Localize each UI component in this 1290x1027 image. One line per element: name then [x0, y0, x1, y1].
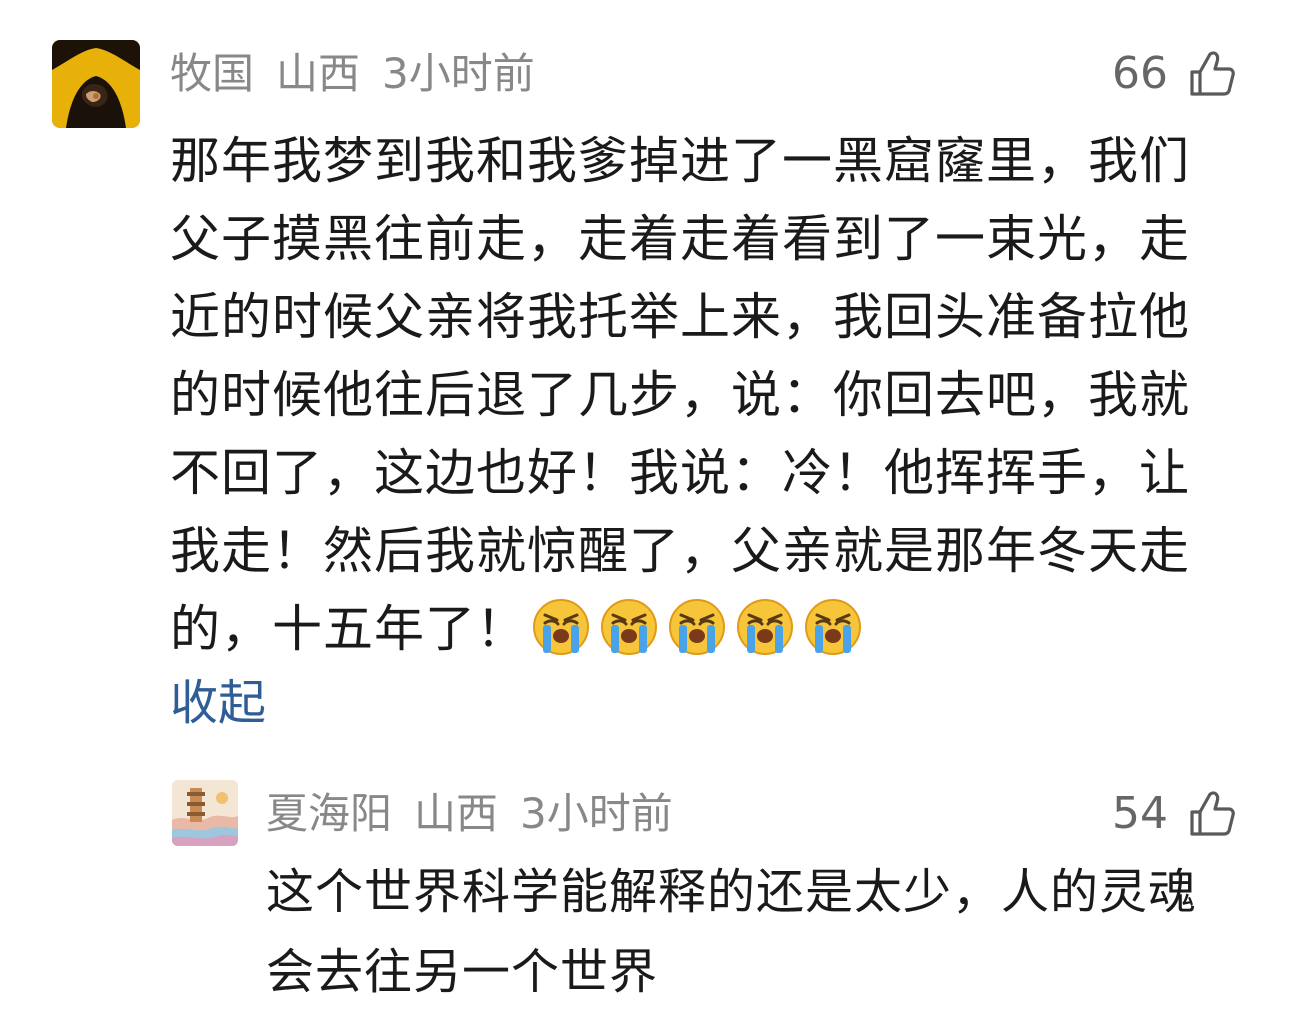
reply-username[interactable]: 夏海阳 — [266, 786, 392, 842]
reply-item: 夏海阳 山西 3小时前 54 这个世界科学能解释的还是太少，人的灵魂会去往另一个… — [0, 760, 1290, 1027]
avatar-image — [172, 780, 238, 846]
thumbs-up-icon — [1190, 51, 1235, 96]
comment-like-button[interactable]: 66 — [1112, 46, 1238, 102]
comment-username[interactable]: 牧国 — [170, 46, 254, 102]
reply-time: 3小时前 — [520, 789, 673, 838]
crying-face-icon — [805, 599, 861, 655]
reply-like-count: 54 — [1112, 788, 1168, 839]
avatar[interactable] — [52, 40, 140, 128]
thumbs-up-icon — [1190, 791, 1235, 836]
reply-avatar[interactable] — [172, 780, 238, 846]
comment-body: 那年我梦到我和我爹掉进了一黑窟窿里，我们父子摸黑往前走，走着走着看到了一束光，走… — [170, 122, 1230, 668]
reply-like-button[interactable]: 54 — [1112, 786, 1238, 842]
crying-face-icon — [601, 599, 657, 655]
crying-face-icon — [533, 599, 589, 655]
reply-location: 山西 — [414, 789, 499, 838]
avatar-image — [52, 40, 140, 128]
crying-face-icon — [737, 599, 793, 655]
emoji-row — [531, 596, 863, 656]
crying-face-icon — [669, 599, 725, 655]
comment-location: 山西 — [276, 49, 361, 98]
comment-time: 3小时前 — [382, 49, 535, 98]
comment-item: 牧国 山西 3小时前 66 那年我梦到我和我爹掉进了一黑窟窿里，我们父子摸黑往前… — [0, 0, 1290, 760]
comment-meta: 牧国 山西 3小时前 — [170, 46, 535, 102]
reply-body: 这个世界科学能解释的还是太少，人的灵魂会去往另一个世界 — [266, 864, 1198, 1000]
reply-meta: 夏海阳 山西 3小时前 — [266, 786, 673, 842]
comment-like-count: 66 — [1112, 48, 1168, 99]
collapse-link[interactable]: 收起 — [170, 668, 266, 738]
comment-text: 那年我梦到我和我爹掉进了一黑窟窿里，我们父子摸黑往前走，走着走着看到了一束光，走… — [170, 132, 1190, 658]
